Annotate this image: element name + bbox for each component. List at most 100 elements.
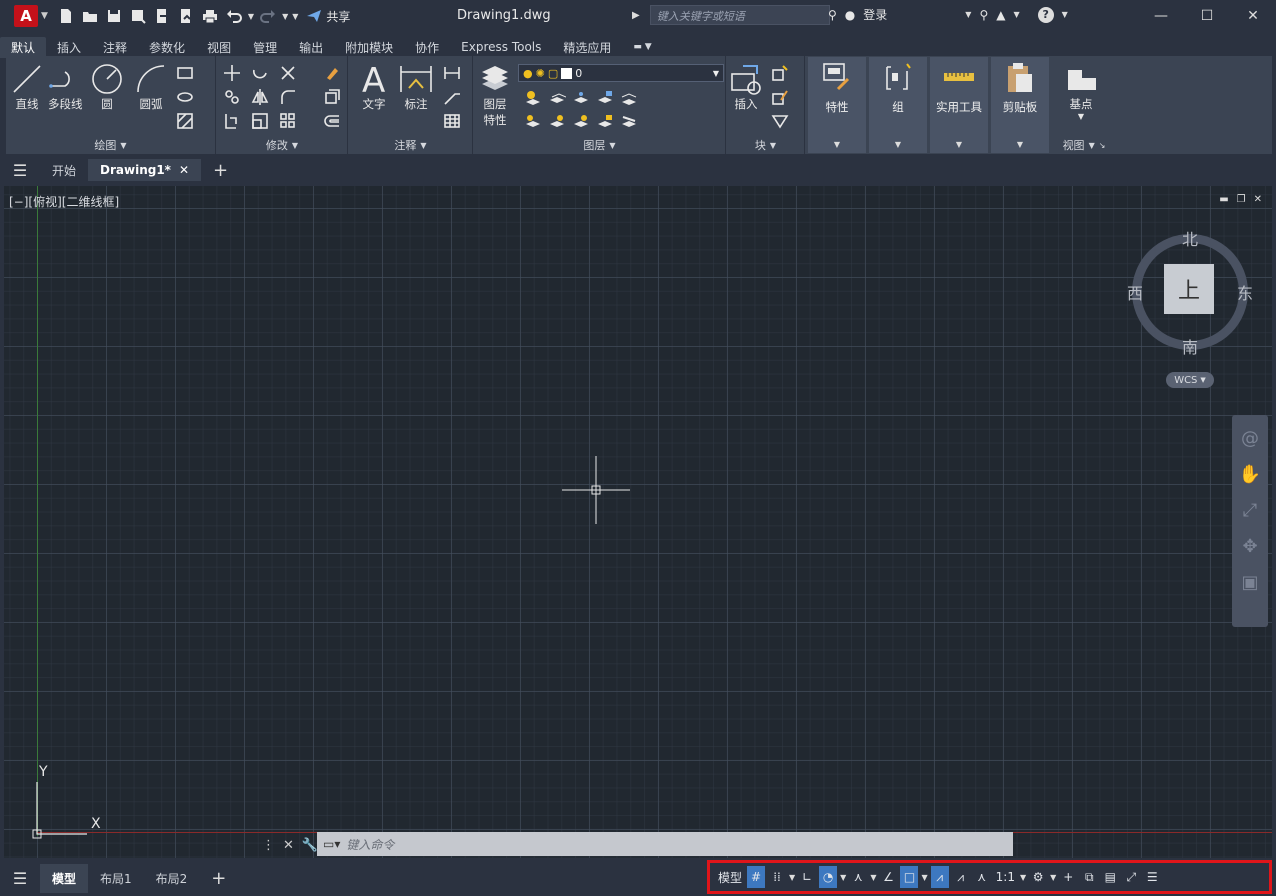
chevron-down-icon[interactable]: ▼ <box>840 873 846 882</box>
command-input[interactable]: ▭▾ 键入命令 <box>317 832 1013 856</box>
viewport-controls-label[interactable]: [−][俯视][二维线框] <box>9 193 119 210</box>
rectangle-icon[interactable] <box>176 64 194 82</box>
layer-iso-icon[interactable] <box>524 112 542 130</box>
pan-hand-icon[interactable]: ✋ <box>1236 457 1264 491</box>
explode-icon[interactable] <box>323 88 341 106</box>
chevron-down-icon[interactable]: ▼ <box>870 873 876 882</box>
isodraft-icon[interactable]: ⋏ <box>849 866 867 888</box>
auto-scale-icon[interactable]: ⩘ <box>952 866 970 888</box>
move-icon[interactable] <box>223 64 241 82</box>
chevron-down-icon[interactable]: ▼ <box>248 12 254 21</box>
close-viewport-icon[interactable]: ✕ <box>1254 194 1262 205</box>
tab-addins[interactable]: 附加模块 <box>334 37 404 58</box>
chevron-down-icon[interactable]: ▼ <box>921 873 927 882</box>
open-web-icon[interactable] <box>152 6 172 26</box>
line-button[interactable]: 直线 <box>10 62 44 112</box>
mirror-icon[interactable] <box>251 88 269 106</box>
close-icon[interactable]: ✕ <box>1230 0 1276 32</box>
hamburger-menu-icon[interactable]: ☰ <box>0 869 40 888</box>
tab-parametric[interactable]: 参数化 <box>138 37 196 58</box>
layer-match-icon[interactable] <box>620 88 638 106</box>
tab-insert[interactable]: 插入 <box>46 37 92 58</box>
save-web-icon[interactable] <box>176 6 196 26</box>
layer-freeze-icon[interactable] <box>548 88 567 106</box>
draw-panel-title[interactable]: 绘图 ▼ <box>6 136 215 154</box>
units-icon[interactable]: ⧉ <box>1080 866 1098 888</box>
insert-block-button[interactable]: 插入 <box>729 62 763 112</box>
chevron-down-icon[interactable]: ▼ <box>1062 10 1068 19</box>
offset-icon[interactable] <box>323 112 341 130</box>
close-tab-icon[interactable]: ✕ <box>179 163 189 177</box>
tab-output[interactable]: 输出 <box>288 37 334 58</box>
edit-block-icon[interactable] <box>771 88 789 106</box>
hatch-icon[interactable] <box>176 112 194 130</box>
linear-dim-icon[interactable] <box>443 64 461 82</box>
compass-west[interactable]: 西 <box>1127 280 1143 304</box>
customize-qat-icon[interactable]: ▼ <box>292 12 298 21</box>
groups-panel[interactable]: 组 ▼ <box>869 57 927 153</box>
fillet-icon[interactable] <box>279 88 297 106</box>
chevron-down-icon[interactable]: ▼ <box>1013 10 1019 19</box>
showmotion-icon[interactable]: ▣ <box>1236 565 1264 599</box>
ribbon-display-toggle[interactable]: ▬ ▼ <box>622 40 662 54</box>
new-tab-icon[interactable]: + <box>201 160 240 181</box>
tab-layout1[interactable]: 布局1 <box>88 864 144 893</box>
attribute-icon[interactable] <box>771 112 789 130</box>
tab-collaborate[interactable]: 协作 <box>404 37 450 58</box>
chevron-down-icon[interactable]: ▼ <box>282 12 288 21</box>
view-panel-title[interactable]: 视图 ▼ ↘ <box>1052 136 1116 154</box>
properties-panel[interactable]: 特性 ▼ <box>808 57 866 153</box>
compass-east[interactable]: 东 <box>1237 280 1253 304</box>
scale-icon[interactable] <box>251 112 269 130</box>
annotation-panel-title[interactable]: 注释 ▼ <box>349 136 472 154</box>
customize-wrench-icon[interactable]: 🔧 <box>302 838 318 853</box>
circle-button[interactable]: 圆 <box>90 62 124 112</box>
customization-menu-icon[interactable]: ☰ <box>1143 866 1161 888</box>
stretch-icon[interactable] <box>223 112 241 130</box>
chevron-right-icon[interactable]: ▶ <box>632 10 640 21</box>
tab-layout2[interactable]: 布局2 <box>144 864 200 893</box>
arc-button[interactable]: 圆弧 <box>134 62 168 112</box>
new-icon[interactable] <box>56 6 76 26</box>
tab-featured-apps[interactable]: 精选应用 <box>552 37 622 58</box>
save-as-icon[interactable] <box>128 6 148 26</box>
layer-unlock-icon[interactable] <box>596 112 614 130</box>
compass-north[interactable]: 北 <box>1182 226 1198 250</box>
annotation-visibility-icon[interactable]: ⩘ <box>930 866 949 888</box>
annotation-scale-icon[interactable]: ⋏ <box>973 866 991 888</box>
restore-viewport-icon[interactable]: ❐ <box>1237 194 1246 205</box>
chevron-down-icon[interactable]: ▼ <box>41 11 48 21</box>
layer-thaw-icon[interactable] <box>572 112 590 130</box>
compass-south[interactable]: 南 <box>1182 334 1198 358</box>
create-block-icon[interactable] <box>771 64 789 82</box>
dimension-button[interactable]: 标注 <box>399 62 433 112</box>
add-layout-icon[interactable]: + <box>199 868 238 889</box>
ortho-icon[interactable]: ∟ <box>798 866 816 888</box>
fullscreen-icon[interactable]: ⤢ <box>1122 866 1140 888</box>
rotate-icon[interactable] <box>251 64 269 82</box>
chevron-down-icon[interactable]: ▼ <box>1050 873 1056 882</box>
chevron-down-icon[interactable]: ▼ <box>1020 873 1026 882</box>
autodesk-app-icon[interactable]: ▲ <box>996 8 1005 22</box>
snap-mode-icon[interactable]: ⁞⁞ <box>768 866 786 888</box>
tab-annotate[interactable]: 注释 <box>92 37 138 58</box>
tab-start[interactable]: 开始 <box>40 158 88 183</box>
tab-view[interactable]: 视图 <box>196 37 242 58</box>
chevron-down-icon[interactable]: ▼ <box>789 873 795 882</box>
tab-drawing1[interactable]: Drawing1* ✕ <box>88 159 202 181</box>
trim-icon[interactable] <box>279 64 297 82</box>
close-command-icon[interactable]: ✕ <box>283 838 294 853</box>
tab-home[interactable]: 默认 <box>0 36 47 58</box>
cart-icon[interactable]: ⚲ <box>979 8 988 22</box>
annotation-scale-button[interactable]: 1:1 <box>994 866 1017 888</box>
minimize-viewport-icon[interactable]: ▬ <box>1219 194 1228 205</box>
model-space-button[interactable]: 模型 <box>716 866 744 888</box>
layer-off-icon[interactable] <box>548 112 566 130</box>
array-icon[interactable] <box>279 112 297 130</box>
zoom-extents-icon[interactable]: ⤢ <box>1236 493 1264 527</box>
layer-lock-icon[interactable] <box>596 88 614 106</box>
copy-icon[interactable] <box>223 88 241 106</box>
login-button[interactable]: 登录 <box>863 6 887 23</box>
block-panel-title[interactable]: 块 ▼ <box>727 136 804 154</box>
base-view-button[interactable]: 基点 ▼ <box>1064 62 1098 121</box>
